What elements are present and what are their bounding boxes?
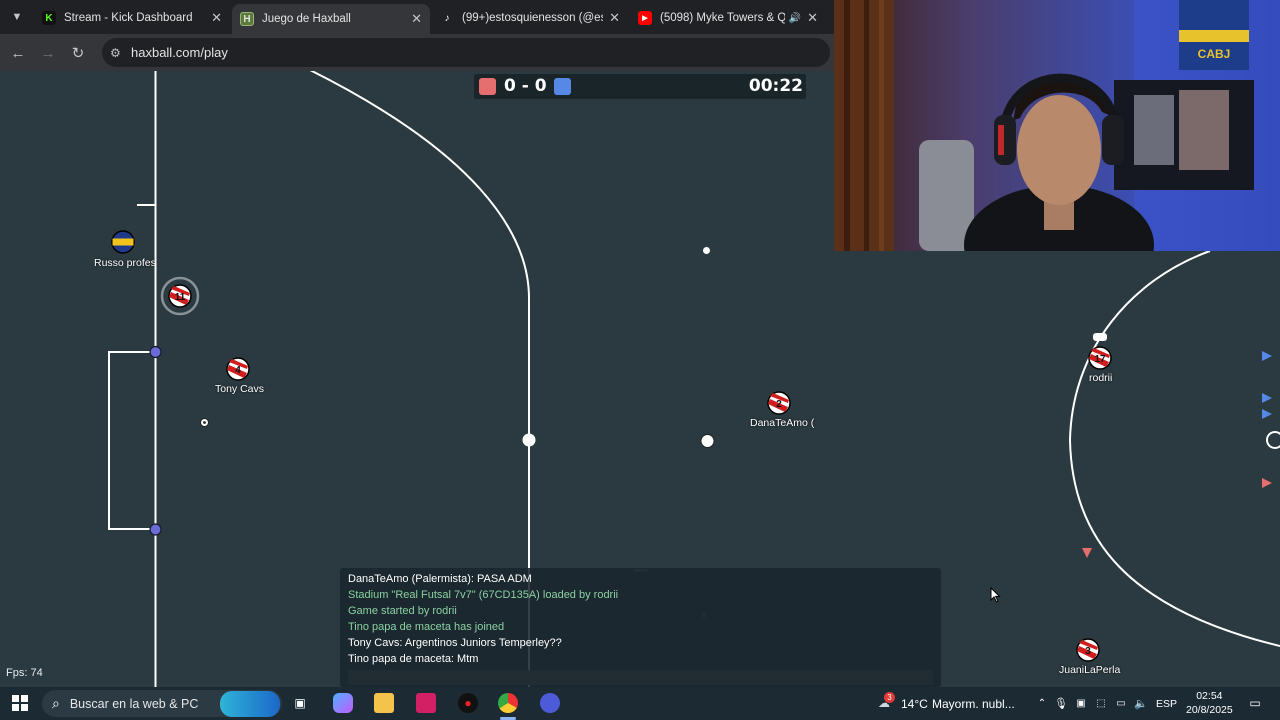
url-field[interactable]: ⚙ haxball.com/play bbox=[102, 38, 830, 67]
webcam-overlay: CABJ bbox=[834, 0, 1280, 251]
search-label: Buscar en la web & PC bbox=[69, 696, 199, 711]
chat-line: DanaTeAmo (Palermista): PASA ADM bbox=[348, 573, 532, 585]
webcam-image: CABJ bbox=[834, 0, 1280, 251]
chat-panel: DanaTeAmo (Palermista): PASA ADM Stadium… bbox=[340, 568, 941, 687]
chat-line: Tino papa de maceta: Mtm bbox=[348, 653, 479, 665]
file-explorer-icon[interactable] bbox=[374, 693, 394, 713]
svg-text:4: 4 bbox=[235, 365, 241, 376]
player-name-dana: DanaTeAmo ( bbox=[750, 417, 815, 429]
reload-icon[interactable]: ↻ bbox=[67, 42, 89, 64]
weather-badge: 3 bbox=[884, 692, 895, 703]
close-tab-icon[interactable]: ✕ bbox=[211, 10, 222, 26]
weather-desc[interactable]: Mayorm. nubl... bbox=[932, 697, 1015, 711]
close-tab-icon[interactable]: ✕ bbox=[807, 10, 818, 26]
tab-haxball[interactable]: H Juego de Haxball ✕ bbox=[232, 4, 430, 34]
fps-counter: Fps: 74 bbox=[0, 662, 84, 686]
player-name-juani: JuaniLaPerla bbox=[1059, 664, 1121, 676]
player-disc-2: 2 bbox=[767, 391, 791, 415]
svg-text:3: 3 bbox=[1085, 646, 1091, 657]
site-info-icon[interactable]: ⚙ bbox=[110, 46, 128, 60]
tray-app-icon[interactable]: ▣ bbox=[1071, 693, 1091, 713]
taskbar-clock[interactable]: 02:54 20/8/2025 bbox=[1186, 689, 1233, 717]
task-view-icon[interactable]: ▣ bbox=[290, 693, 310, 713]
close-tab-icon[interactable]: ✕ bbox=[609, 10, 620, 26]
player-disc-4: 4 bbox=[226, 357, 250, 381]
weather-temp[interactable]: 14°C bbox=[901, 697, 928, 711]
tab-youtube[interactable]: ▶ (5098) Myke Towers & Quevedo 🔊 ✕ bbox=[630, 4, 826, 32]
audio-playing-icon[interactable]: 🔊 bbox=[789, 13, 801, 24]
tab-tiktok[interactable]: ♪ (99+)estosquienesson (@estosqu ✕ bbox=[432, 4, 628, 32]
red-team-icon bbox=[479, 78, 496, 95]
chat-input[interactable] bbox=[348, 670, 933, 685]
svg-text:11: 11 bbox=[175, 292, 186, 303]
tab-label: Stream - Kick Dashboard bbox=[64, 12, 193, 24]
back-icon[interactable]: ← bbox=[7, 42, 29, 64]
chat-line: Tino papa de maceta has joined bbox=[348, 621, 505, 633]
tab-kick-dashboard[interactable]: K Stream - Kick Dashboard ✕ bbox=[34, 4, 230, 32]
game-clock: 00:22 bbox=[748, 76, 803, 96]
mouse-cursor-icon bbox=[990, 587, 1001, 603]
search-icon: ⌕ bbox=[52, 695, 60, 711]
jersey-text: CABJ bbox=[1198, 47, 1231, 61]
chevron-up-icon[interactable]: ⌃ bbox=[1032, 693, 1052, 713]
player-name-russo: Russo profesi bbox=[94, 257, 155, 269]
player-name-rodrii: rodrii bbox=[1089, 372, 1113, 384]
player-disc-17: 17 bbox=[1088, 346, 1112, 370]
close-tab-icon[interactable]: ✕ bbox=[411, 11, 422, 27]
tiktok-favicon-icon: ♪ bbox=[444, 12, 450, 24]
language-indicator[interactable]: ESP bbox=[1156, 698, 1177, 710]
player-disc-3: 3 bbox=[1076, 638, 1100, 662]
youtube-favicon-icon: ▶ bbox=[638, 11, 652, 25]
kick-favicon-icon: K bbox=[42, 11, 56, 25]
chrome-icon[interactable] bbox=[498, 693, 518, 713]
app-icon[interactable] bbox=[416, 693, 436, 713]
tab-label: (99+)estosquienesson (@estosqu bbox=[462, 12, 603, 24]
clock-date: 20/8/2025 bbox=[1186, 704, 1233, 716]
url-text: haxball.com/play bbox=[131, 45, 228, 60]
haxball-favicon-icon: H bbox=[240, 12, 254, 26]
copilot-icon[interactable] bbox=[333, 693, 353, 713]
address-bar: ← → ↻ ⚙ haxball.com/play bbox=[0, 34, 834, 71]
game-app-icon[interactable]: ● bbox=[458, 693, 478, 713]
network-icon[interactable]: ▭ bbox=[1111, 693, 1131, 713]
screen: 11 4 2 17 3 Russo profesi Tony Cavs Dana… bbox=[0, 0, 1280, 720]
windows-start-icon[interactable] bbox=[10, 693, 30, 713]
svg-text:2: 2 bbox=[776, 399, 782, 410]
player-disc-11: 11 bbox=[160, 276, 200, 316]
app-icon-2[interactable] bbox=[540, 693, 560, 713]
notifications-icon[interactable]: ▭ bbox=[1245, 693, 1265, 713]
tab-search-chevron-icon[interactable]: ▼ bbox=[6, 6, 28, 28]
score: 0 - 0 bbox=[504, 76, 547, 96]
tray-app-icon-2[interactable]: ⬚ bbox=[1091, 693, 1111, 713]
tab-label: (5098) Myke Towers & Quevedo bbox=[660, 12, 785, 24]
scoreboard: 0 - 0 00:22 bbox=[474, 74, 806, 99]
blue-team-icon bbox=[554, 78, 571, 95]
chat-line: Tony Cavs: Argentinos Juniors Temperley?… bbox=[348, 637, 562, 649]
microphone-icon[interactable]: 🎙 bbox=[1051, 693, 1071, 713]
chat-line: Stadium "Real Futsal 7v7" (67CD135A) loa… bbox=[348, 589, 619, 601]
search-highlight-icon[interactable] bbox=[220, 691, 280, 717]
chat-line: Game started by rodrii bbox=[348, 605, 457, 617]
windows-taskbar: ⌕ Buscar en la web & PC ▣ ● ☁ 3 14°C May… bbox=[0, 687, 1280, 720]
forward-icon[interactable]: → bbox=[37, 42, 59, 64]
player-disc-russo bbox=[111, 230, 135, 254]
svg-text:17: 17 bbox=[1094, 354, 1106, 365]
player-name-tony: Tony Cavs bbox=[215, 383, 265, 395]
volume-icon[interactable]: 🔈 bbox=[1131, 693, 1151, 713]
clock-time: 02:54 bbox=[1196, 690, 1223, 702]
tab-label: Juego de Haxball bbox=[262, 13, 351, 25]
tab-strip: ▼ K Stream - Kick Dashboard ✕ H Juego de… bbox=[0, 0, 834, 34]
